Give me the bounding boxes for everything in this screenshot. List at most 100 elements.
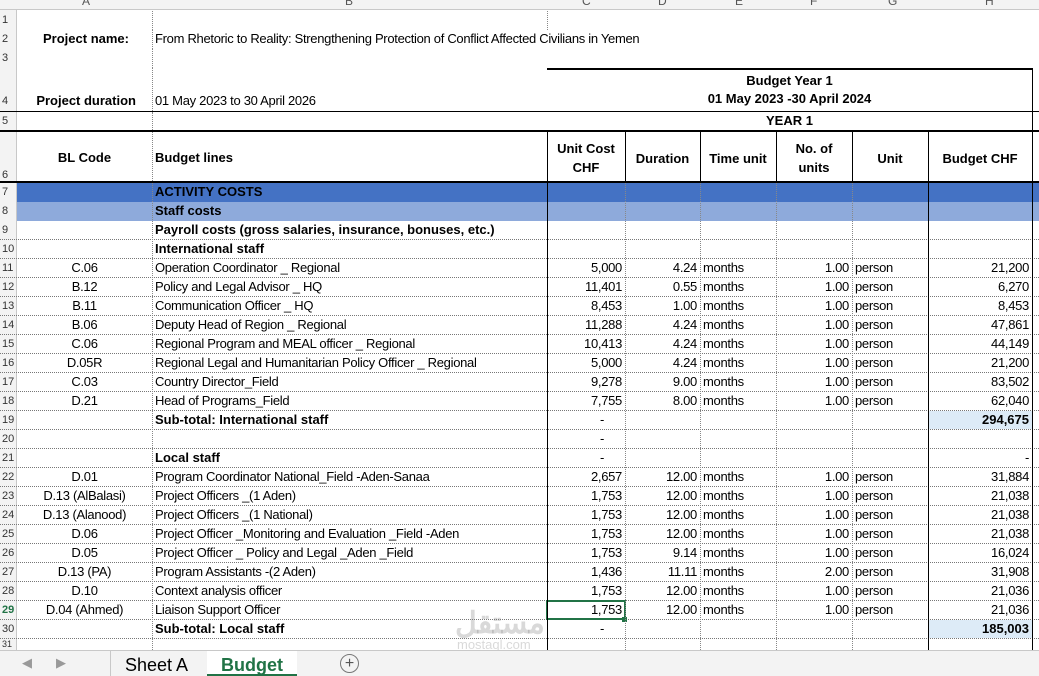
budget-line-cell[interactable]: Regional Program and MEAL officer _ Regi… [152,335,547,353]
row-number[interactable]: 22 [0,468,17,486]
column-header-d[interactable]: D [658,0,667,8]
intl-staff-label[interactable]: International staff [152,240,452,258]
budget-line-cell[interactable]: Liaison Support Officer [152,601,547,619]
budget-year-period[interactable]: 01 May 2023 -30 April 2024 [547,90,1032,109]
budget-line-cell[interactable]: Project Officer _Monitoring and Evaluati… [152,525,547,543]
row-number[interactable]: 8 [0,202,17,220]
bl-code-cell[interactable]: D.05R [17,354,152,372]
budget-cell[interactable]: 21,036 [928,601,1032,619]
unit-cost-cell[interactable]: 1,753 [546,600,626,620]
unit-cell[interactable]: person [852,373,928,391]
tab-sheet-a[interactable]: Sheet A [110,651,202,676]
units-cell[interactable]: 1.00 [776,297,852,315]
bl-code-cell[interactable]: D.01 [17,468,152,486]
duration-cell[interactable]: 1.00 [625,297,700,315]
unit-cell[interactable]: person [852,544,928,562]
budget-line-cell[interactable]: Context analysis officer [152,582,547,600]
blank-dash[interactable]: - [547,449,657,467]
unit-cost-cell[interactable]: 1,753 [547,582,625,600]
unit-cost-cell[interactable]: 9,278 [547,373,625,391]
project-duration-value[interactable]: 01 May 2023 to 30 April 2026 [152,92,452,111]
units-cell[interactable]: 1.00 [776,544,852,562]
time-unit-cell[interactable]: months [700,297,776,315]
time-unit-cell[interactable]: months [700,259,776,277]
time-unit-cell[interactable]: months [700,601,776,619]
duration-cell[interactable]: 11.11 [625,563,700,581]
bl-code-cell[interactable]: C.03 [17,373,152,391]
units-cell[interactable]: 1.00 [776,278,852,296]
bl-code-cell[interactable]: D.21 [17,392,152,410]
tab-budget[interactable]: Budget [207,651,297,676]
budget-cell[interactable]: 31,908 [928,563,1032,581]
unit-cost-cell[interactable]: 10,413 [547,335,625,353]
budget-cell[interactable]: 62,040 [928,392,1032,410]
row-number[interactable]: 4 [0,92,17,110]
row-number[interactable]: 14 [0,316,17,334]
unit-cell[interactable]: person [852,392,928,410]
bl-code-cell[interactable]: C.06 [17,335,152,353]
bl-code-cell[interactable]: D.13 (PA) [17,563,152,581]
budget-cell[interactable]: 21,038 [928,506,1032,524]
time-unit-cell[interactable]: months [700,335,776,353]
bl-code-cell[interactable]: D.13 (AlBalasi) [17,487,152,505]
row-number[interactable]: 9 [0,221,17,239]
column-header-h[interactable]: H [985,0,994,8]
row-number[interactable]: 15 [0,335,17,353]
row-number[interactable]: 19 [0,411,17,429]
add-sheet-icon[interactable]: + [340,654,359,673]
budget-cell[interactable]: 47,861 [928,316,1032,334]
column-header-g[interactable]: G [888,0,897,8]
row-number[interactable]: 13 [0,297,17,315]
local-subtotal-cost[interactable]: - [547,620,657,638]
row-number[interactable]: 21 [0,449,17,467]
column-header-e[interactable]: E [735,0,743,8]
time-unit-cell[interactable]: months [700,582,776,600]
budget-line-cell[interactable]: Project Officers _(1 National) [152,506,547,524]
row-number[interactable]: 17 [0,373,17,391]
tab-scroll-left-icon[interactable]: ◀ [22,655,32,671]
duration-cell[interactable]: 4.24 [625,316,700,334]
units-cell[interactable]: 1.00 [776,392,852,410]
budget-cell[interactable]: 8,453 [928,297,1032,315]
unit-cell[interactable]: person [852,316,928,334]
blank-dash[interactable]: - [928,449,1032,467]
row-number[interactable]: 26 [0,544,17,562]
unit-cost-cell[interactable]: 8,453 [547,297,625,315]
row-number[interactable]: 18 [0,392,17,410]
unit-cost-cell[interactable]: 5,000 [547,259,625,277]
budget-line-cell[interactable]: Regional Legal and Humanitarian Policy O… [152,354,547,372]
intl-subtotal-label[interactable]: Sub-total: International staff [152,411,547,429]
project-name-label[interactable]: Project name: [17,30,132,49]
payroll-label[interactable]: Payroll costs (gross salaries, insurance… [152,221,547,239]
duration-cell[interactable]: 8.00 [625,392,700,410]
budget-line-cell[interactable]: Policy and Legal Advisor _ HQ [152,278,547,296]
units-cell[interactable]: 1.00 [776,373,852,391]
budget-cell[interactable]: 21,200 [928,259,1032,277]
budget-line-cell[interactable]: Project Officers _(1 Aden) [152,487,547,505]
units-cell[interactable]: 1.00 [776,601,852,619]
budget-cell[interactable]: 6,270 [928,278,1032,296]
spreadsheet-grid[interactable]: A B C D E F G H 1 2 Project name: From R… [0,0,1039,650]
budget-cell[interactable]: 21,038 [928,525,1032,543]
column-header-a[interactable]: A [82,0,90,8]
unit-cost-cell[interactable]: 1,753 [547,487,625,505]
time-unit-cell[interactable]: months [700,563,776,581]
budget-year-title[interactable]: Budget Year 1 [547,72,1032,91]
bl-code-cell[interactable]: D.05 [17,544,152,562]
units-cell[interactable]: 1.00 [776,354,852,372]
local-subtotal-label[interactable]: Sub-total: Local staff [152,620,547,638]
column-header-f[interactable]: F [810,0,817,8]
unit-cost-cell[interactable]: 11,288 [547,316,625,334]
bl-code-cell[interactable]: D.04 (Ahmed) [17,601,152,619]
time-unit-cell[interactable]: months [700,487,776,505]
budget-cell[interactable]: 83,502 [928,373,1032,391]
duration-cell[interactable]: 12.00 [625,468,700,486]
duration-cell[interactable]: 9.00 [625,373,700,391]
bl-code-cell[interactable]: B.11 [17,297,152,315]
row-number[interactable]: 16 [0,354,17,372]
unit-cell[interactable]: person [852,525,928,543]
duration-cell[interactable]: 12.00 [625,487,700,505]
unit-cost-cell[interactable]: 1,753 [547,544,625,562]
row-number[interactable]: 25 [0,525,17,543]
duration-cell[interactable]: 12.00 [625,582,700,600]
